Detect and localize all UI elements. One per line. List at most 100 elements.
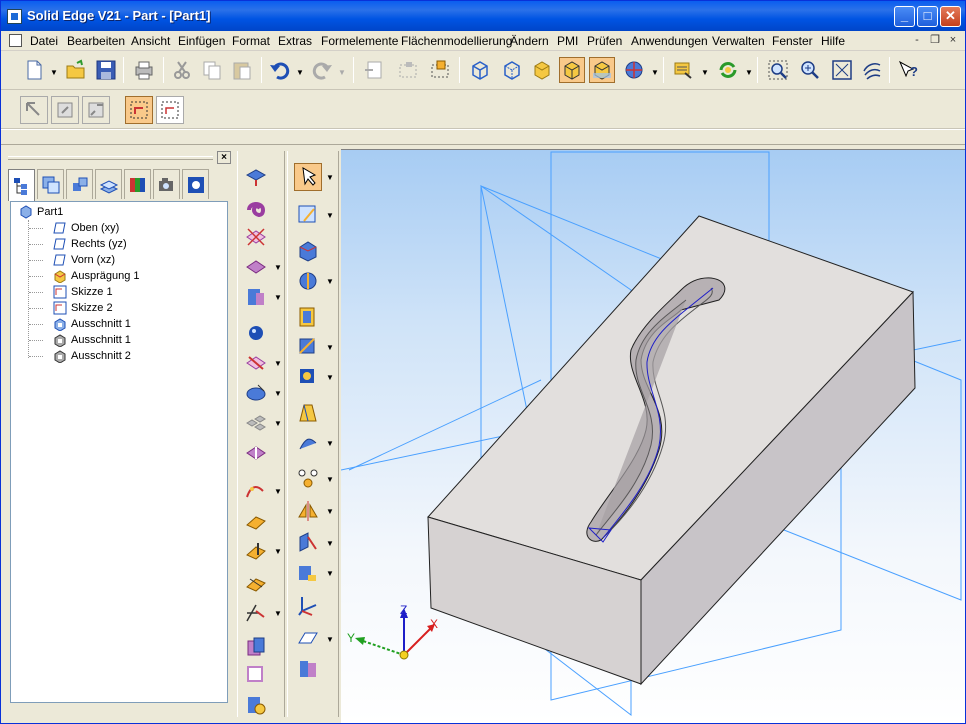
maximize-button[interactable]: □ <box>917 6 938 27</box>
delete-icon[interactable] <box>361 57 387 83</box>
menu-pruefen[interactable]: Prüfen <box>587 34 622 48</box>
cutout-icon[interactable] <box>242 223 270 251</box>
plane-tool-icon[interactable] <box>294 625 322 653</box>
close-button[interactable]: ✕ <box>940 6 961 27</box>
refresh-icon[interactable] <box>715 57 741 83</box>
select-feature-icon[interactable] <box>20 96 48 124</box>
curve-tool-icon[interactable] <box>294 655 322 683</box>
help-icon[interactable]: ? <box>895 57 921 83</box>
zoom-area-icon[interactable] <box>765 57 791 83</box>
property-icon[interactable] <box>671 57 697 83</box>
sketch-tool-icon[interactable] <box>294 201 322 229</box>
select-region-icon[interactable] <box>156 96 184 124</box>
menu-formelemente[interactable]: Formelemente <box>321 34 398 48</box>
graphics-viewport[interactable]: Z X Y <box>341 149 965 723</box>
view-shaded-icon[interactable] <box>529 57 555 83</box>
select-face-icon[interactable] <box>51 96 79 124</box>
select-tool-icon[interactable] <box>294 163 322 191</box>
menu-verwalten[interactable]: Verwalten <box>712 34 765 48</box>
view-shaded-edges-icon[interactable] <box>559 57 585 83</box>
subtract-icon[interactable] <box>242 661 270 689</box>
document-icon[interactable] <box>9 34 22 47</box>
view-wire-icon[interactable] <box>499 57 525 83</box>
rib-icon[interactable] <box>242 477 270 505</box>
tree-item-auspraegung-1[interactable]: Ausprägung 1 <box>53 268 140 284</box>
mdi-restore-button[interactable]: ❐ <box>928 34 942 47</box>
save-icon[interactable] <box>93 57 119 83</box>
menu-flaechenmodellierung[interactable]: Flächenmodellierung <box>401 34 512 48</box>
menu-fenster[interactable]: Fenster <box>772 34 813 48</box>
new-icon[interactable] <box>21 57 47 83</box>
print-icon[interactable] <box>131 57 157 83</box>
pattern-icon[interactable] <box>242 409 270 437</box>
tree-item-rechts[interactable]: Rechts (yz) <box>53 236 127 252</box>
revolve-surface-icon[interactable] <box>294 267 322 295</box>
tree-root-part[interactable]: Part1 <box>19 204 63 220</box>
layers-tab[interactable] <box>37 169 64 199</box>
mdi-close-button[interactable]: × <box>946 34 960 47</box>
colors-tab[interactable] <box>124 169 151 199</box>
revolve-icon[interactable] <box>242 193 270 221</box>
pattern-features-icon[interactable] <box>294 465 322 493</box>
open-icon[interactable] <box>63 57 89 83</box>
hole-icon[interactable] <box>242 283 270 311</box>
offset-surface-icon[interactable] <box>294 303 322 331</box>
pathfinder-grip[interactable] <box>8 156 213 160</box>
capture-icon[interactable] <box>395 57 421 83</box>
select-body-icon[interactable] <box>82 96 110 124</box>
menu-bearbeiten[interactable]: Bearbeiten <box>67 34 125 48</box>
sphere-icon[interactable] <box>621 57 647 83</box>
menu-format[interactable]: Format <box>232 34 270 48</box>
redo-icon[interactable] <box>309 57 335 83</box>
vent-icon[interactable] <box>242 537 270 565</box>
menu-pmi[interactable]: PMI <box>557 34 578 48</box>
reference-plane-icon[interactable] <box>294 559 322 587</box>
camera-tab[interactable] <box>153 169 180 199</box>
menu-aendern[interactable]: Ändern <box>510 34 549 48</box>
revolved-cutout-icon[interactable] <box>242 253 270 281</box>
pathfinder-close-button[interactable]: × <box>217 151 231 164</box>
tree-item-ausschnitt-1b[interactable]: Ausschnitt 1 <box>53 332 131 348</box>
tree-item-ausschnitt-1a[interactable]: Ausschnitt 1 <box>53 316 131 332</box>
view-iso-icon[interactable] <box>467 57 493 83</box>
assembly-tab[interactable] <box>66 169 93 199</box>
title-bar[interactable]: Solid Edge V21 - Part - [Part1] _ □ ✕ <box>1 1 965 31</box>
draft-icon[interactable] <box>242 379 270 407</box>
mount-boss-icon[interactable] <box>242 599 270 627</box>
menu-extras[interactable]: Extras <box>278 34 312 48</box>
mdi-minimize-button[interactable]: - <box>910 34 924 47</box>
tree-item-skizze-1[interactable]: Skizze 1 <box>53 284 113 300</box>
paste-icon[interactable] <box>229 57 255 83</box>
view-shaded-visible-icon[interactable] <box>589 57 615 83</box>
chamfer-icon[interactable] <box>242 349 270 377</box>
menu-einfuegen[interactable]: Einfügen <box>178 34 225 48</box>
solid-edge-app-icon[interactable] <box>7 9 22 24</box>
fit-icon[interactable] <box>829 57 855 83</box>
copy-surface-icon[interactable] <box>294 399 322 427</box>
web-network-icon[interactable] <box>242 569 270 597</box>
zoom-icon[interactable] <box>797 57 823 83</box>
locate-icon[interactable] <box>427 57 453 83</box>
add-body-icon[interactable] <box>242 633 270 661</box>
extrude-surface-icon[interactable] <box>294 237 322 265</box>
copy-icon[interactable] <box>199 57 225 83</box>
thicken-icon[interactable] <box>294 333 322 361</box>
model-canvas[interactable]: Z X Y <box>341 150 965 723</box>
tree-item-skizze-2[interactable]: Skizze 2 <box>53 300 113 316</box>
minimize-button[interactable]: _ <box>894 6 915 27</box>
mirror-icon[interactable] <box>294 497 322 525</box>
menu-datei[interactable]: Datei <box>30 34 58 48</box>
boolean-icon[interactable] <box>242 691 270 719</box>
coordinate-system-icon[interactable] <box>294 591 322 619</box>
cut-icon[interactable] <box>169 57 195 83</box>
tree-item-vorn[interactable]: Vorn (xz) <box>53 252 115 268</box>
thin-wall-icon[interactable] <box>242 439 270 467</box>
tree-tab[interactable] <box>8 169 35 201</box>
sweep-icon[interactable] <box>294 429 322 457</box>
undo-icon[interactable] <box>267 57 293 83</box>
menu-hilfe[interactable]: Hilfe <box>821 34 845 48</box>
split-icon[interactable] <box>294 529 322 557</box>
bluesurf-icon[interactable] <box>294 363 322 391</box>
features-tab[interactable] <box>95 169 122 199</box>
tree-item-ausschnitt-2[interactable]: Ausschnitt 2 <box>53 348 131 364</box>
